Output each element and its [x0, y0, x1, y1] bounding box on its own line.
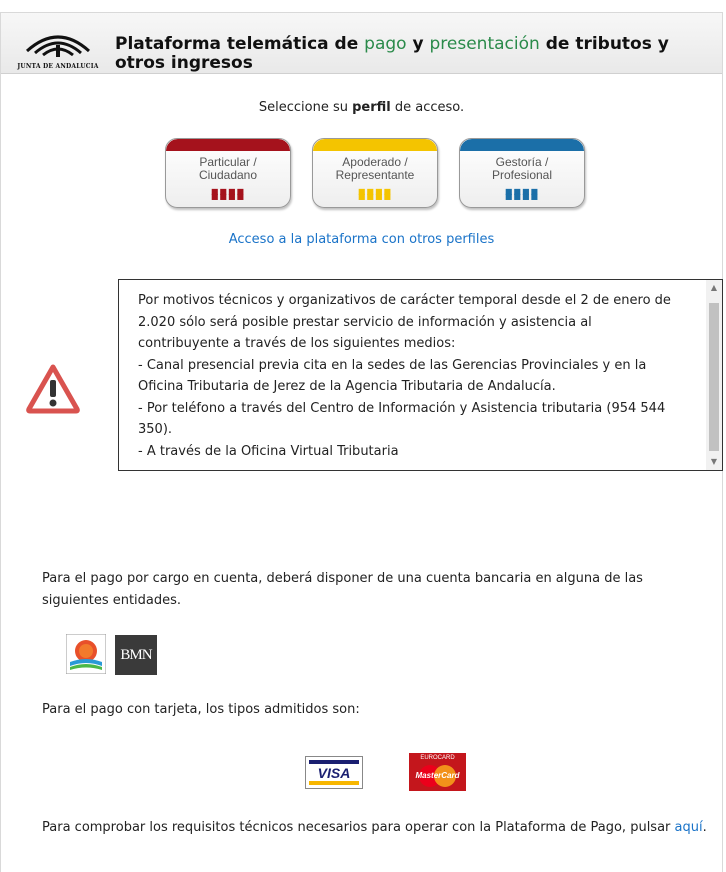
bank-text: Para el pago por cargo en cuenta, deberá… [42, 571, 643, 608]
visa-logo: VISA [305, 756, 363, 789]
profile-label: Particular / Ciudadano [198, 155, 258, 182]
logo-arch-icon [25, 35, 91, 57]
bank-logo-sun [65, 633, 107, 675]
mastercard-logo: EUROCARD MasterCard [409, 753, 466, 791]
profile-button-gestoria[interactable]: Gestoría / Profesional ■■■■ ■■■■ [459, 138, 585, 208]
requirements-text: Para comprobar los requisitos técnicos n… [42, 820, 707, 835]
profile-color-bar [313, 139, 437, 151]
page-title: Plataforma telemática de pago y presenta… [115, 34, 669, 73]
requirements-link[interactable]: aquí [675, 820, 703, 835]
page-frame: JUNTA DE ANDALUCIA Plataforma telemática… [0, 12, 723, 872]
scroll-thumb[interactable] [709, 303, 719, 451]
warning-icon [25, 363, 81, 415]
dots-icon: ■■■■ ■■■■ [210, 187, 246, 201]
notice-box[interactable]: Por motivos técnicos y organizativos de … [118, 279, 723, 471]
profile-color-bar [460, 139, 584, 151]
select-profile-label: Seleccione su perfil de acceso. [258, 100, 465, 115]
dots-icon: ■■■■ ■■■■ [357, 187, 393, 201]
dots-icon: ■■■■ ■■■■ [504, 187, 540, 201]
profile-label: Gestoría / Profesional [491, 155, 553, 182]
junta-andalucia-logo: JUNTA DE ANDALUCIA [17, 23, 99, 71]
profile-button-apoderado[interactable]: Apoderado / Representante ■■■■ ■■■■ [312, 138, 438, 208]
profile-label: Apoderado / Representante [335, 155, 415, 182]
card-text: Para el pago con tarjeta, los tipos admi… [42, 702, 360, 717]
logo-text: JUNTA DE ANDALUCIA [17, 63, 99, 70]
notice-scrollbar[interactable]: ▲ ▼ [706, 280, 722, 470]
bank-logo-bmn: BMN [115, 635, 157, 675]
scroll-up-icon[interactable]: ▲ [706, 280, 722, 296]
page-header: JUNTA DE ANDALUCIA Plataforma telemática… [1, 13, 722, 74]
profile-color-bar [166, 139, 290, 151]
other-profiles-link[interactable]: Acceso a la plataforma con otros perfile… [1, 232, 722, 247]
notice-text: Por motivos técnicos y organizativos de … [138, 293, 671, 459]
scroll-down-icon[interactable]: ▼ [706, 454, 722, 470]
profile-button-particular[interactable]: Particular / Ciudadano ■■■■ ■■■■ [165, 138, 291, 208]
